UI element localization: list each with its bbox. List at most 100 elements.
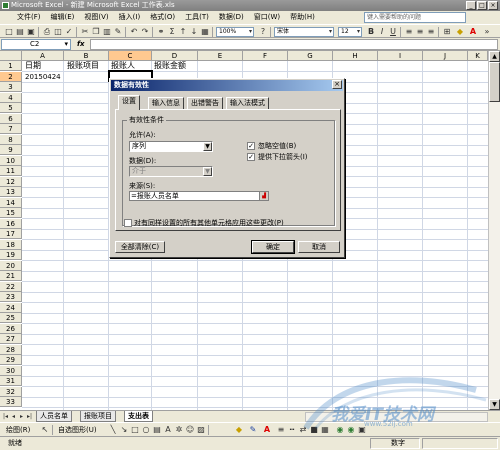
scroll-thumb[interactable]	[489, 62, 500, 102]
align-center-icon[interactable]: ≡	[415, 27, 425, 37]
menu-format[interactable]: 格式(O)	[145, 11, 180, 24]
underline-icon[interactable]: U	[388, 27, 398, 37]
formula-input[interactable]	[90, 39, 498, 50]
maximize-button[interactable]: □	[477, 1, 487, 10]
row-header[interactable]: 8	[0, 134, 22, 145]
row-header[interactable]: 3	[0, 82, 22, 92]
minimize-button[interactable]: _	[466, 1, 476, 10]
data-select[interactable]: 介于 ▼	[129, 166, 213, 177]
spelling-icon[interactable]: ✓	[64, 27, 74, 37]
column-header[interactable]: G	[288, 51, 333, 61]
tab-error-alert[interactable]: 出错警告	[187, 97, 223, 109]
row-header[interactable]: 26	[0, 323, 22, 334]
row-header[interactable]: 23	[0, 292, 22, 302]
chevron-down-icon[interactable]: ▼	[203, 167, 212, 176]
row-header[interactable]: 13	[0, 187, 22, 197]
hyperlink-icon[interactable]: ⚭	[156, 27, 166, 37]
in-cell-dropdown-checkbox[interactable]: ✓	[247, 153, 255, 161]
line-color-icon[interactable]: ✎	[248, 425, 258, 435]
row-header[interactable]: 7	[0, 124, 22, 134]
line-style-icon[interactable]: ≡	[276, 425, 286, 435]
menu-edit[interactable]: 编辑(E)	[46, 11, 80, 24]
fx-icon[interactable]: fx	[77, 39, 85, 50]
menu-view[interactable]: 视图(V)	[79, 11, 113, 24]
row-header[interactable]: 30	[0, 365, 22, 376]
menu-window[interactable]: 窗口(W)	[249, 11, 285, 24]
borders-icon[interactable]: ⊞	[442, 27, 452, 37]
font-name-select[interactable]: 宋体	[274, 27, 334, 37]
row-header[interactable]: 1	[0, 61, 22, 71]
addin-icon[interactable]: ◉	[335, 425, 345, 435]
addin-icon-3[interactable]: ▣	[357, 425, 367, 435]
row-header[interactable]: 9	[0, 145, 22, 155]
column-header[interactable]: K	[468, 51, 488, 61]
addin-icon-2[interactable]: ◉	[346, 425, 356, 435]
row-header[interactable]: 24	[0, 302, 22, 313]
dash-style-icon[interactable]: ┅	[287, 425, 297, 435]
close-window-button[interactable]: ×	[488, 1, 498, 10]
sort-asc-icon[interactable]: ↑	[178, 27, 188, 37]
copy-icon[interactable]: ❐	[91, 27, 101, 37]
row-header[interactable]: 33	[0, 397, 22, 407]
name-box[interactable]: C2	[1, 39, 71, 50]
toolbar-options-icon[interactable]: »	[482, 27, 492, 37]
menu-file[interactable]: 文件(F)	[12, 11, 46, 24]
column-header[interactable]: B	[64, 51, 109, 61]
column-header[interactable]: D	[152, 51, 198, 61]
chart-wizard-icon[interactable]: ▦	[200, 27, 210, 37]
ok-button[interactable]: 确定	[251, 240, 295, 254]
row-header[interactable]: 29	[0, 355, 22, 365]
sheet-tab-personnel[interactable]: 人员名单	[36, 411, 72, 422]
picture-icon[interactable]: ▨	[196, 425, 206, 435]
zoom-select[interactable]: 100%	[216, 27, 254, 37]
row-header[interactable]: 10	[0, 155, 22, 166]
autosum-icon[interactable]: Σ	[167, 27, 177, 37]
first-sheet-icon[interactable]: |◂	[2, 412, 9, 421]
cell-b1[interactable]: 报账项目	[67, 61, 99, 71]
draw-menu[interactable]: 绘图(R)	[6, 423, 30, 437]
row-header[interactable]: 14	[0, 197, 22, 208]
dialog-close-button[interactable]: ×	[332, 80, 342, 89]
paste-icon[interactable]: ▥	[102, 27, 112, 37]
shadow-icon[interactable]: ■	[309, 425, 319, 435]
tab-input-message[interactable]: 输入信息	[148, 97, 184, 109]
undo-icon[interactable]: ↶	[129, 27, 139, 37]
row-header[interactable]: 16	[0, 218, 22, 229]
ignore-blank-checkbox[interactable]: ✓	[247, 142, 255, 150]
wordart-icon[interactable]: A	[163, 425, 173, 435]
next-sheet-icon[interactable]: ▸	[18, 412, 25, 421]
clear-all-button[interactable]: 全部清除(C)	[115, 241, 165, 253]
autoshapes-menu[interactable]: 自选图形(U)	[58, 423, 97, 437]
row-header[interactable]: 11	[0, 166, 22, 176]
sheet-tab-items[interactable]: 报账项目	[80, 411, 116, 422]
row-header[interactable]: 4	[0, 92, 22, 103]
format-painter-icon[interactable]: ✎	[113, 27, 123, 37]
menu-tools[interactable]: 工具(T)	[180, 11, 214, 24]
allow-select[interactable]: 序列 ▼	[129, 141, 213, 152]
draw-fill-color-icon[interactable]: ◆	[234, 425, 244, 435]
row-header[interactable]: 25	[0, 313, 22, 323]
redo-icon[interactable]: ↷	[140, 27, 150, 37]
collapse-dialog-icon[interactable]: ▟	[259, 192, 268, 200]
select-objects-icon[interactable]: ↖	[40, 425, 50, 435]
scroll-down-icon[interactable]: ▼	[489, 399, 500, 410]
last-sheet-icon[interactable]: ▸|	[26, 412, 33, 421]
chevron-down-icon[interactable]: ▼	[203, 142, 212, 151]
row-header[interactable]: 17	[0, 229, 22, 239]
column-header[interactable]: C	[109, 51, 152, 61]
vertical-scrollbar[interactable]: ▲ ▼	[488, 51, 500, 410]
cell-d1[interactable]: 报账金额	[154, 61, 186, 71]
scroll-up-icon[interactable]: ▲	[489, 51, 500, 62]
open-icon[interactable]: ▤	[15, 27, 25, 37]
oval-icon[interactable]: ○	[141, 425, 151, 435]
fill-color-icon[interactable]: ◆	[455, 27, 465, 37]
column-header[interactable]: J	[423, 51, 468, 61]
sort-desc-icon[interactable]: ↓	[189, 27, 199, 37]
row-header[interactable]: 31	[0, 376, 22, 386]
select-all-corner[interactable]	[0, 51, 22, 61]
row-header[interactable]: 12	[0, 176, 22, 187]
row-header[interactable]: 19	[0, 250, 22, 260]
row-header[interactable]: 27	[0, 334, 22, 344]
column-header[interactable]: F	[243, 51, 288, 61]
menu-help[interactable]: 帮助(H)	[285, 11, 320, 24]
